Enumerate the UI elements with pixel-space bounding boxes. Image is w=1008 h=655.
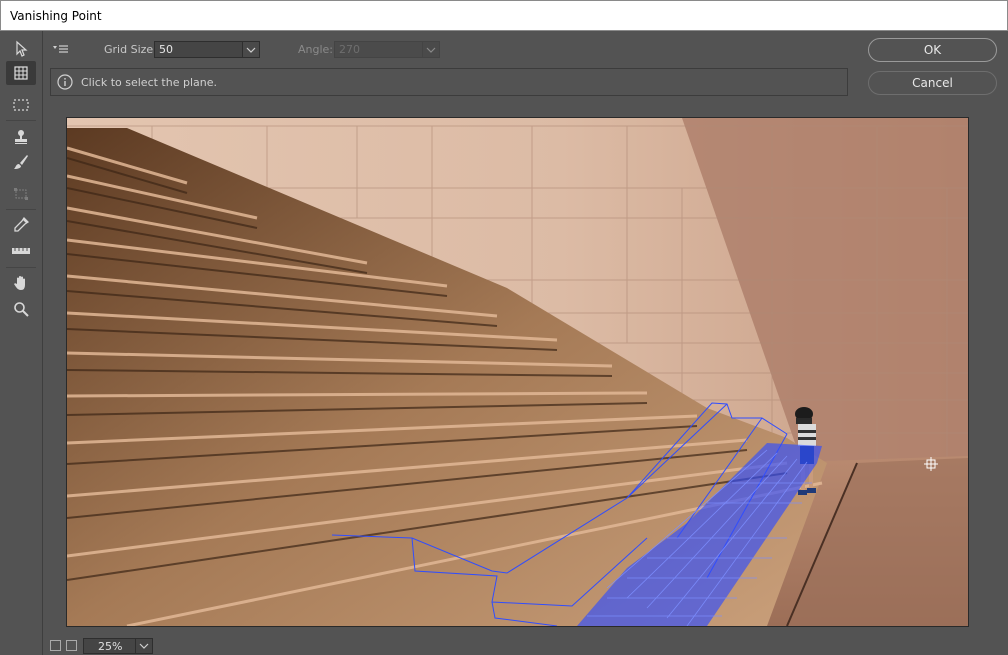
grid-plane-icon <box>14 66 28 80</box>
brush-icon <box>14 155 28 169</box>
edit-plane-tool[interactable] <box>6 37 36 61</box>
grid-size-dropdown[interactable] <box>242 41 260 58</box>
preview-canvas[interactable] <box>66 117 969 627</box>
angle-dropdown <box>422 41 440 58</box>
ruler-icon <box>12 248 30 254</box>
hand-tool[interactable] <box>6 271 36 295</box>
tool-palette <box>0 31 43 655</box>
photo-preview <box>67 118 968 626</box>
panel-menu-icon[interactable] <box>52 43 70 55</box>
info-message: Click to select the plane. <box>81 76 217 89</box>
chevron-down-icon <box>246 47 256 53</box>
brush-tool[interactable] <box>6 150 36 174</box>
zoom-out-button[interactable] <box>50 640 61 651</box>
grid-size-label: Grid Size: <box>104 43 157 56</box>
chevron-down-icon <box>139 643 149 649</box>
zoom-level-select[interactable]: 25% <box>83 638 153 654</box>
create-plane-tool[interactable] <box>6 61 36 85</box>
measure-tool[interactable] <box>6 239 36 263</box>
transform-icon <box>14 188 28 200</box>
info-bar: Click to select the plane. <box>50 68 848 96</box>
angle-input: 270 <box>334 41 423 58</box>
arrow-pointer-icon <box>16 40 28 57</box>
zoom-in-button[interactable] <box>66 640 77 651</box>
chevron-down-icon <box>426 47 436 53</box>
stamp-tool[interactable] <box>6 125 36 149</box>
cancel-button[interactable]: Cancel <box>868 71 997 95</box>
hand-icon <box>14 276 25 290</box>
dashed-rect-icon <box>13 99 29 111</box>
tool-separator <box>6 120 36 121</box>
marquee-tool[interactable] <box>6 93 36 117</box>
tool-separator <box>6 267 36 268</box>
grid-size-input[interactable]: 50 <box>154 41 243 58</box>
transform-tool[interactable] <box>6 182 36 206</box>
magnifier-icon <box>14 302 29 317</box>
ok-button[interactable]: OK <box>868 38 997 62</box>
angle-label: Angle: <box>298 43 334 56</box>
zoom-dropdown[interactable] <box>135 639 152 653</box>
zoom-level-value: 25% <box>98 640 123 653</box>
eyedropper-icon <box>14 216 30 232</box>
tool-separator <box>6 209 36 210</box>
stamp-icon <box>15 130 27 144</box>
title-bar: Vanishing Point <box>0 0 1008 31</box>
window-title: Vanishing Point <box>10 9 102 23</box>
eyedropper-tool[interactable] <box>6 213 36 237</box>
zoom-tool[interactable] <box>6 297 36 321</box>
info-icon <box>57 74 73 90</box>
